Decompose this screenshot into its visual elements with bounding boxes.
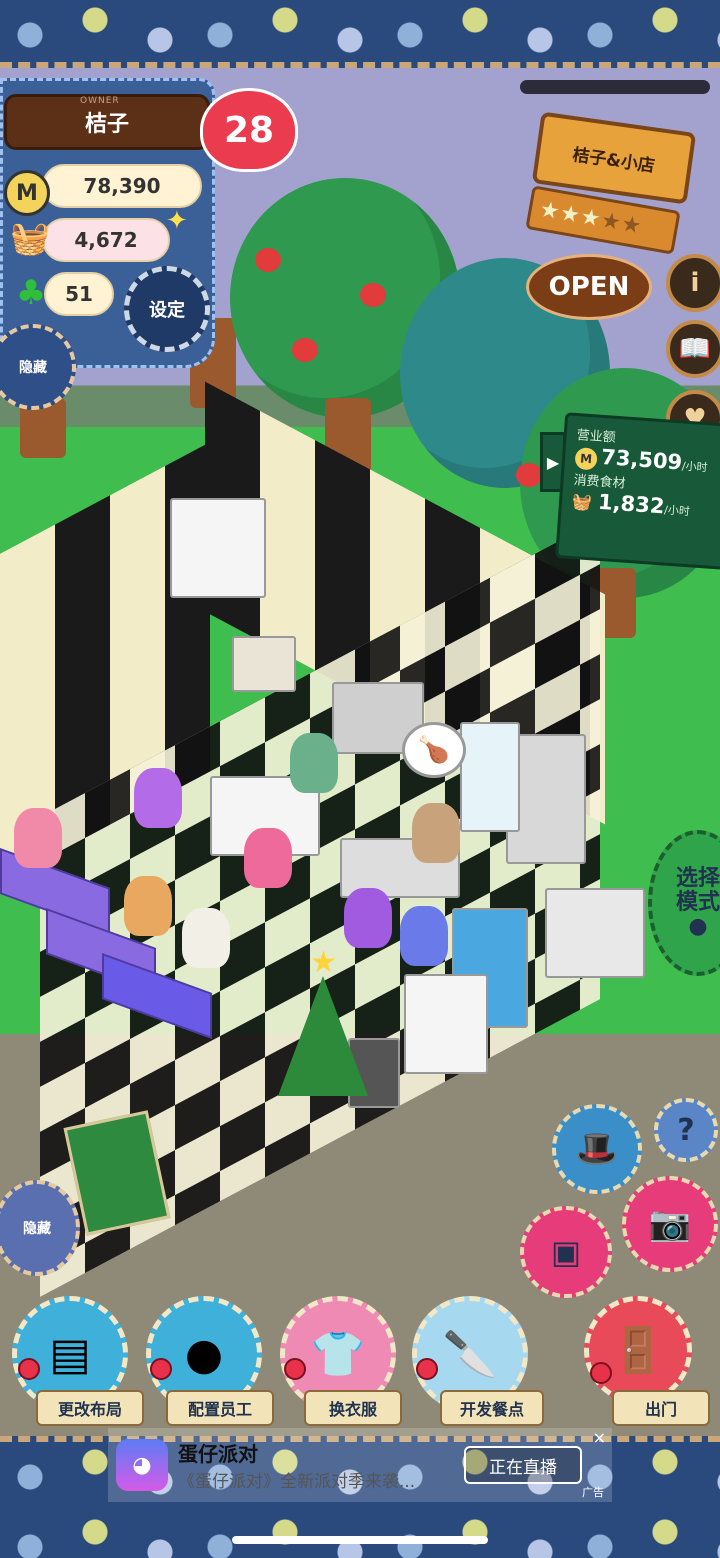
staff-bear-green[interactable] bbox=[290, 733, 338, 793]
sparkle-icon: ✦ bbox=[166, 206, 188, 236]
mode-label-line2: 模式 bbox=[675, 889, 720, 915]
help-button[interactable]: ? bbox=[654, 1098, 718, 1162]
notification-pin bbox=[416, 1358, 438, 1380]
tree-star-icon: ★ bbox=[310, 945, 337, 980]
book-icon: 📖 bbox=[678, 334, 712, 364]
kitchen-cabinet[interactable] bbox=[170, 498, 266, 598]
knife-icon: 🔪 bbox=[442, 1329, 498, 1380]
water-dispenser[interactable] bbox=[460, 722, 520, 832]
ad-cta-button[interactable]: 正在直播 bbox=[464, 1446, 582, 1484]
notification-pin bbox=[284, 1358, 306, 1380]
ad-app-icon: ◕ bbox=[116, 1439, 168, 1491]
ingredient-basket-icon: 🧺 bbox=[10, 219, 50, 257]
develop-dish-menu-label[interactable]: 开发餐点 bbox=[440, 1390, 544, 1426]
staff-bear-tan[interactable] bbox=[412, 803, 460, 863]
staff-bear-pink[interactable] bbox=[244, 828, 292, 888]
sign-hook bbox=[520, 80, 710, 94]
top-star-border bbox=[0, 0, 720, 68]
go-out-menu-button[interactable]: 🚪 bbox=[584, 1296, 692, 1404]
sales-value: 73,509 bbox=[600, 444, 683, 475]
customer-bear-white[interactable] bbox=[182, 908, 230, 968]
staff-bear-purple[interactable] bbox=[134, 768, 182, 828]
ingredient-basket-icon: 🧺 bbox=[571, 491, 593, 513]
customer-bear-orange[interactable] bbox=[124, 876, 172, 936]
hat-button[interactable]: 🎩 bbox=[552, 1104, 642, 1194]
table-icon: ▤ bbox=[49, 1328, 91, 1380]
dishwasher[interactable] bbox=[404, 974, 488, 1074]
home-indicator[interactable] bbox=[232, 1536, 488, 1544]
clover-counter: 51 bbox=[44, 272, 114, 316]
recipe-book-button[interactable]: 📖 bbox=[666, 320, 720, 378]
album-button[interactable]: ▣ bbox=[520, 1206, 612, 1298]
hat-icon: 🎩 bbox=[575, 1129, 619, 1169]
camera-button[interactable]: 📷 bbox=[622, 1176, 718, 1272]
layout-menu-label[interactable]: 更改布局 bbox=[36, 1390, 144, 1426]
christmas-tree[interactable] bbox=[278, 976, 368, 1096]
owner-tag: OWNER bbox=[80, 96, 120, 106]
coin-icon: M bbox=[574, 447, 598, 471]
ad-tag: 广告 bbox=[582, 1486, 604, 1499]
settings-button[interactable]: 设定 bbox=[124, 266, 210, 352]
notification-pin bbox=[150, 1358, 172, 1380]
star-icon: ★ bbox=[619, 210, 645, 240]
bear-head-icon: ● bbox=[184, 1328, 224, 1380]
gas-range[interactable] bbox=[545, 888, 645, 978]
ad-close-icon[interactable]: × bbox=[593, 1428, 606, 1447]
rice-cooker[interactable] bbox=[232, 636, 296, 692]
notification-pin bbox=[590, 1362, 612, 1384]
ad-title: 蛋仔派对 bbox=[178, 1442, 258, 1466]
staff-bear-violet[interactable] bbox=[344, 888, 392, 948]
apple-icon bbox=[255, 248, 281, 272]
album-icon: ▣ bbox=[550, 1233, 582, 1271]
ad-banner[interactable]: ◕ 蛋仔派对 《蛋仔派对》全新派对季来袭... 正在直播 × 广告 bbox=[108, 1428, 612, 1502]
bear-head-icon: ● bbox=[688, 914, 708, 940]
ad-description: 《蛋仔派对》全新派对季来袭... bbox=[178, 1472, 416, 1492]
camera-icon: 📷 bbox=[648, 1204, 692, 1244]
sales-unit: /小时 bbox=[681, 459, 708, 475]
apple-icon bbox=[292, 338, 318, 362]
go-out-menu-label[interactable]: 出门 bbox=[612, 1390, 710, 1426]
consumption-value: 1,832 bbox=[597, 489, 666, 519]
coin-icon: M bbox=[4, 170, 50, 216]
food-order-bubble[interactable]: 🍗 bbox=[402, 722, 466, 778]
customer-bear-blue[interactable] bbox=[400, 906, 448, 966]
consumption-unit: /小时 bbox=[663, 503, 691, 519]
door-icon: 🚪 bbox=[610, 1325, 666, 1376]
staff-menu-label[interactable]: 配置员工 bbox=[166, 1390, 274, 1426]
open-sign[interactable]: OPEN bbox=[526, 254, 652, 320]
level-heart-badge: 28 bbox=[200, 88, 298, 172]
outfit-menu-label[interactable]: 换衣服 bbox=[304, 1390, 402, 1426]
ingredient-counter: 4,672 bbox=[42, 218, 170, 262]
coin-counter: 78,390 bbox=[42, 164, 202, 208]
revenue-panel: 营业额 M 73,509/小时 消费食材 🧺 1,832/小时 bbox=[555, 412, 720, 570]
clover-icon: ♣ bbox=[15, 273, 47, 313]
shirt-icon: 👕 bbox=[310, 1329, 366, 1380]
apple-icon bbox=[360, 283, 386, 307]
notification-pin bbox=[18, 1358, 40, 1380]
customer-bear-pink[interactable] bbox=[14, 808, 62, 868]
info-button[interactable]: i bbox=[666, 254, 720, 312]
mode-label-line1: 选择 bbox=[675, 865, 720, 891]
apple-icon bbox=[516, 463, 542, 487]
